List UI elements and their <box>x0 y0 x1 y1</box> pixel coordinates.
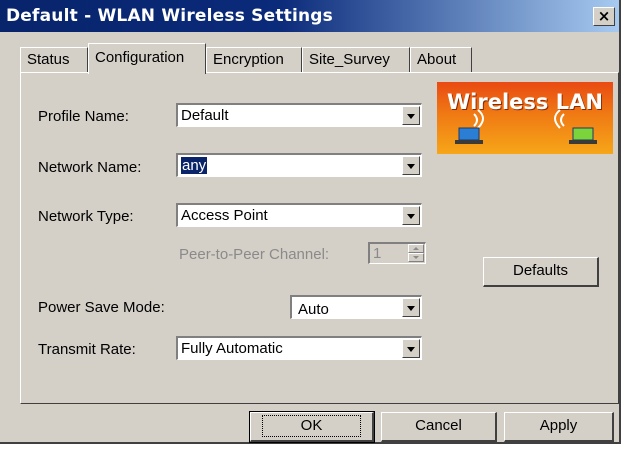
apply-button[interactable]: Apply <box>504 412 614 442</box>
profile-name-value: Default <box>181 107 229 124</box>
network-type-select[interactable]: Access Point <box>176 203 422 227</box>
network-name-value[interactable]: any <box>181 157 208 174</box>
defaults-button-label: Defaults <box>512 262 569 279</box>
ok-button-label: OK <box>261 415 362 437</box>
ok-button[interactable]: OK <box>249 411 375 443</box>
chevron-down-icon[interactable] <box>402 156 420 175</box>
spin-up-icon <box>408 244 424 253</box>
transmit-rate-value: Fully Automatic <box>181 340 283 357</box>
chevron-down-icon[interactable] <box>402 106 420 125</box>
cancel-button[interactable]: Cancel <box>381 412 497 442</box>
chevron-down-icon[interactable] <box>402 298 420 317</box>
peer-channel-label: Peer-to-Peer Channel: <box>179 246 330 263</box>
wireless-lan-logo: Wireless LAN <box>437 82 613 154</box>
tab-site-survey[interactable]: Site_Survey <box>302 47 410 72</box>
defaults-button[interactable]: Defaults <box>483 257 599 287</box>
profile-name-select[interactable]: Default <box>176 103 422 127</box>
tab-label: Status <box>27 51 70 68</box>
tab-label: Encryption <box>213 51 284 68</box>
settings-window: Default - WLAN Wireless Settings × Statu… <box>0 0 621 444</box>
apply-button-label: Apply <box>539 417 578 434</box>
window-title: Default - WLAN Wireless Settings <box>6 6 333 26</box>
power-save-label: Power Save Mode: <box>38 299 165 316</box>
transmit-rate-select[interactable]: Fully Automatic <box>176 336 422 360</box>
tab-label: Site_Survey <box>309 51 390 68</box>
power-save-value: Auto <box>298 301 329 318</box>
spin-down-icon <box>408 253 424 262</box>
network-name-combo[interactable]: any <box>176 153 422 177</box>
cancel-button-label: Cancel <box>415 417 462 434</box>
chevron-down-icon[interactable] <box>402 339 420 358</box>
peer-channel-value: 1 <box>373 245 382 262</box>
close-button[interactable]: × <box>593 7 615 26</box>
network-name-label: Network Name: <box>38 159 142 176</box>
transmit-rate-label: Transmit Rate: <box>38 341 136 358</box>
tab-encryption[interactable]: Encryption <box>206 47 302 72</box>
network-type-label: Network Type: <box>38 208 134 225</box>
tab-label: Configuration <box>95 49 185 66</box>
peer-channel-stepper: 1 <box>368 242 426 264</box>
tab-configuration[interactable]: Configuration <box>88 43 206 74</box>
tab-about[interactable]: About <box>410 47 472 72</box>
power-save-select[interactable]: Auto <box>290 295 422 319</box>
title-bar[interactable]: Default - WLAN Wireless Settings × <box>0 0 619 32</box>
tab-label: About <box>417 51 457 68</box>
profile-name-label: Profile Name: <box>38 108 129 125</box>
chevron-down-icon[interactable] <box>402 206 420 225</box>
tab-status[interactable]: Status <box>20 47 88 72</box>
network-type-value: Access Point <box>181 207 268 224</box>
laptops-icon <box>455 109 597 144</box>
close-icon: × <box>597 7 611 25</box>
